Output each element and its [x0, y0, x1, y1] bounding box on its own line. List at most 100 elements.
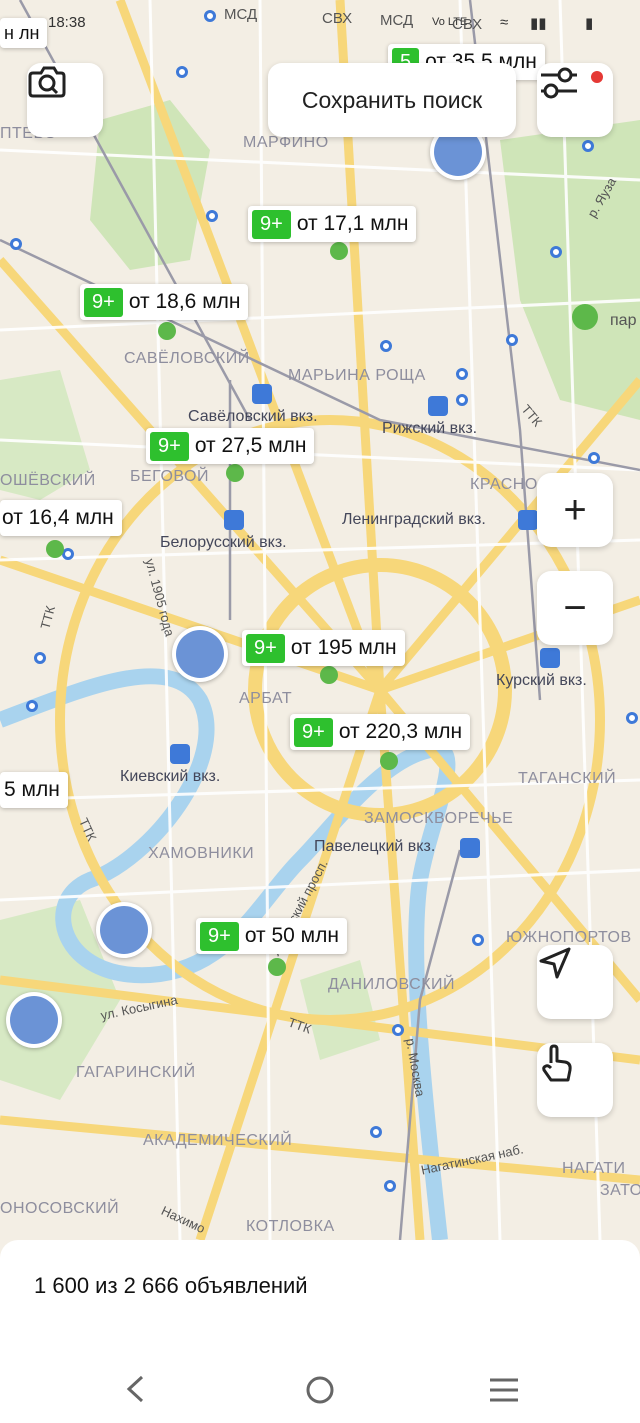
station-label: Белорусский вкз. [160, 534, 287, 551]
camera-search-button[interactable] [27, 63, 103, 137]
minus-icon: − [563, 585, 587, 630]
map-view[interactable]: 18:38 Vo LTE ≈ ▮▮ ▮ МАРФИНО САВЁЛОВСКИЙ … [0, 0, 640, 1240]
station-label: Ленинградский вкз. [342, 511, 486, 528]
district-label: ОНОСОВСКИЙ [0, 1200, 120, 1217]
metro-station-icon[interactable] [456, 368, 468, 380]
district-label: ОШЁВСКИЙ [0, 472, 96, 489]
listing-dot[interactable] [330, 242, 348, 260]
metro-station-icon[interactable] [384, 1180, 396, 1192]
district-label: ЗАМОСКВОРЕЧЬЕ [364, 810, 514, 827]
metro-station-icon[interactable] [506, 334, 518, 346]
railway-station-icon[interactable] [518, 510, 538, 530]
metro-station-icon[interactable] [10, 238, 22, 250]
price-marker[interactable]: 9+ от 27,5 млн [146, 428, 315, 464]
home-icon[interactable] [305, 1375, 335, 1405]
metro-station-icon[interactable] [204, 10, 216, 22]
listing-dot[interactable] [46, 540, 64, 558]
listing-dot[interactable] [158, 322, 176, 340]
results-sheet[interactable]: 1 600 из 2 666 объявлений [0, 1240, 640, 1355]
listing-count-badge: 9+ [294, 717, 333, 747]
metro-station-icon[interactable] [380, 340, 392, 352]
price-label: н лн [4, 22, 40, 43]
railway-station-icon[interactable] [224, 510, 244, 530]
price-marker[interactable]: 9+ от 220,3 млн [290, 714, 471, 750]
listing-count-badge: 9+ [84, 287, 123, 317]
listing-dot[interactable] [380, 752, 398, 770]
metro-station-icon[interactable] [26, 700, 38, 712]
price-marker[interactable]: 9+ от 195 млн [242, 630, 405, 666]
district-label: ТАГАНСКИЙ [518, 770, 617, 787]
draw-area-button[interactable] [537, 1043, 613, 1117]
status-time: 18:38 [48, 14, 86, 31]
price-marker[interactable]: от 16,4 млн [0, 500, 122, 536]
metro-station-icon[interactable] [550, 246, 562, 258]
zoom-out-button[interactable]: − [537, 571, 613, 645]
price-marker[interactable]: 5 млн [0, 772, 68, 808]
metro-station-icon[interactable] [370, 1126, 382, 1138]
district-label: ГАГАРИНСКИЙ [76, 1064, 196, 1081]
listing-dot[interactable] [226, 464, 244, 482]
listing-count-badge: 9+ [150, 431, 189, 461]
railway-station-icon[interactable] [460, 838, 480, 858]
station-label: Савёловский вкз. [188, 408, 318, 425]
plus-icon: + [563, 487, 587, 532]
street-label: пар [610, 312, 637, 329]
district-label: САВЁЛОВСКИЙ [124, 350, 250, 367]
battery-icon: ▮ [585, 15, 594, 32]
back-icon[interactable] [124, 1375, 146, 1403]
price-marker[interactable]: 9+ от 17,1 млн [248, 206, 417, 242]
price-label: от 50 млн [244, 924, 339, 947]
filters-button[interactable] [537, 63, 613, 137]
price-label: от 220,3 млн [338, 720, 463, 743]
landmark-icon[interactable] [96, 902, 152, 958]
listing-dot[interactable] [320, 666, 338, 684]
metro-station-icon[interactable] [582, 140, 594, 152]
street-label: МСД [224, 6, 258, 23]
price-label: от 17,1 млн [296, 212, 409, 235]
metro-station-icon[interactable] [34, 652, 46, 664]
camera-icon [28, 66, 66, 98]
metro-station-icon[interactable] [176, 66, 188, 78]
station-label: Павелецкий вкз. [314, 838, 436, 855]
listing-count-badge: 9+ [200, 921, 239, 951]
district-label: ДАНИЛОВСКИЙ [328, 976, 456, 993]
menu-icon[interactable] [488, 1377, 520, 1403]
price-marker[interactable]: 9+ от 18,6 млн [80, 284, 249, 320]
metro-station-icon[interactable] [588, 452, 600, 464]
status-bar: 18:38 Vo LTE ≈ ▮▮ ▮ [0, 0, 640, 40]
hand-pointer-icon [542, 1044, 572, 1082]
railway-station-icon[interactable] [540, 648, 560, 668]
station-label: Киевский вкз. [120, 768, 221, 785]
price-label: от 18,6 млн [128, 290, 241, 313]
landmark-icon[interactable] [6, 992, 62, 1048]
metro-station-icon[interactable] [456, 394, 468, 406]
price-marker[interactable]: 9+ от 50 млн [196, 918, 347, 954]
metro-station-icon[interactable] [206, 210, 218, 222]
railway-station-icon[interactable] [428, 396, 448, 416]
price-label: от 16,4 млн [2, 506, 114, 529]
price-label: от 27,5 млн [194, 434, 307, 457]
zoom-in-button[interactable]: + [537, 473, 613, 547]
district-label: ЗАТО [600, 1182, 640, 1199]
price-marker[interactable]: н лн [0, 18, 48, 48]
my-location-button[interactable] [537, 945, 613, 1019]
railway-station-icon[interactable] [252, 384, 272, 404]
listing-count-badge: 9+ [246, 633, 285, 663]
filters-icon [541, 67, 577, 99]
location-arrow-icon [539, 947, 571, 979]
metro-station-icon[interactable] [626, 712, 638, 724]
listing-dot[interactable] [268, 958, 286, 976]
landmark-icon[interactable] [172, 626, 228, 682]
street-label: СВХ [322, 10, 353, 27]
metro-station-icon[interactable] [472, 934, 484, 946]
price-label: 5 млн [4, 778, 60, 801]
district-label: КОТЛОВКА [246, 1218, 335, 1235]
railway-station-icon[interactable] [170, 744, 190, 764]
station-label: Курский вкз. [496, 672, 587, 689]
park-icon [572, 304, 598, 330]
system-nav-bar [0, 1343, 640, 1423]
metro-station-icon[interactable] [392, 1024, 404, 1036]
district-label: АРБАТ [239, 690, 293, 707]
save-search-button[interactable]: Сохранить поиск [268, 63, 516, 137]
street-label: СВХ [452, 16, 483, 33]
